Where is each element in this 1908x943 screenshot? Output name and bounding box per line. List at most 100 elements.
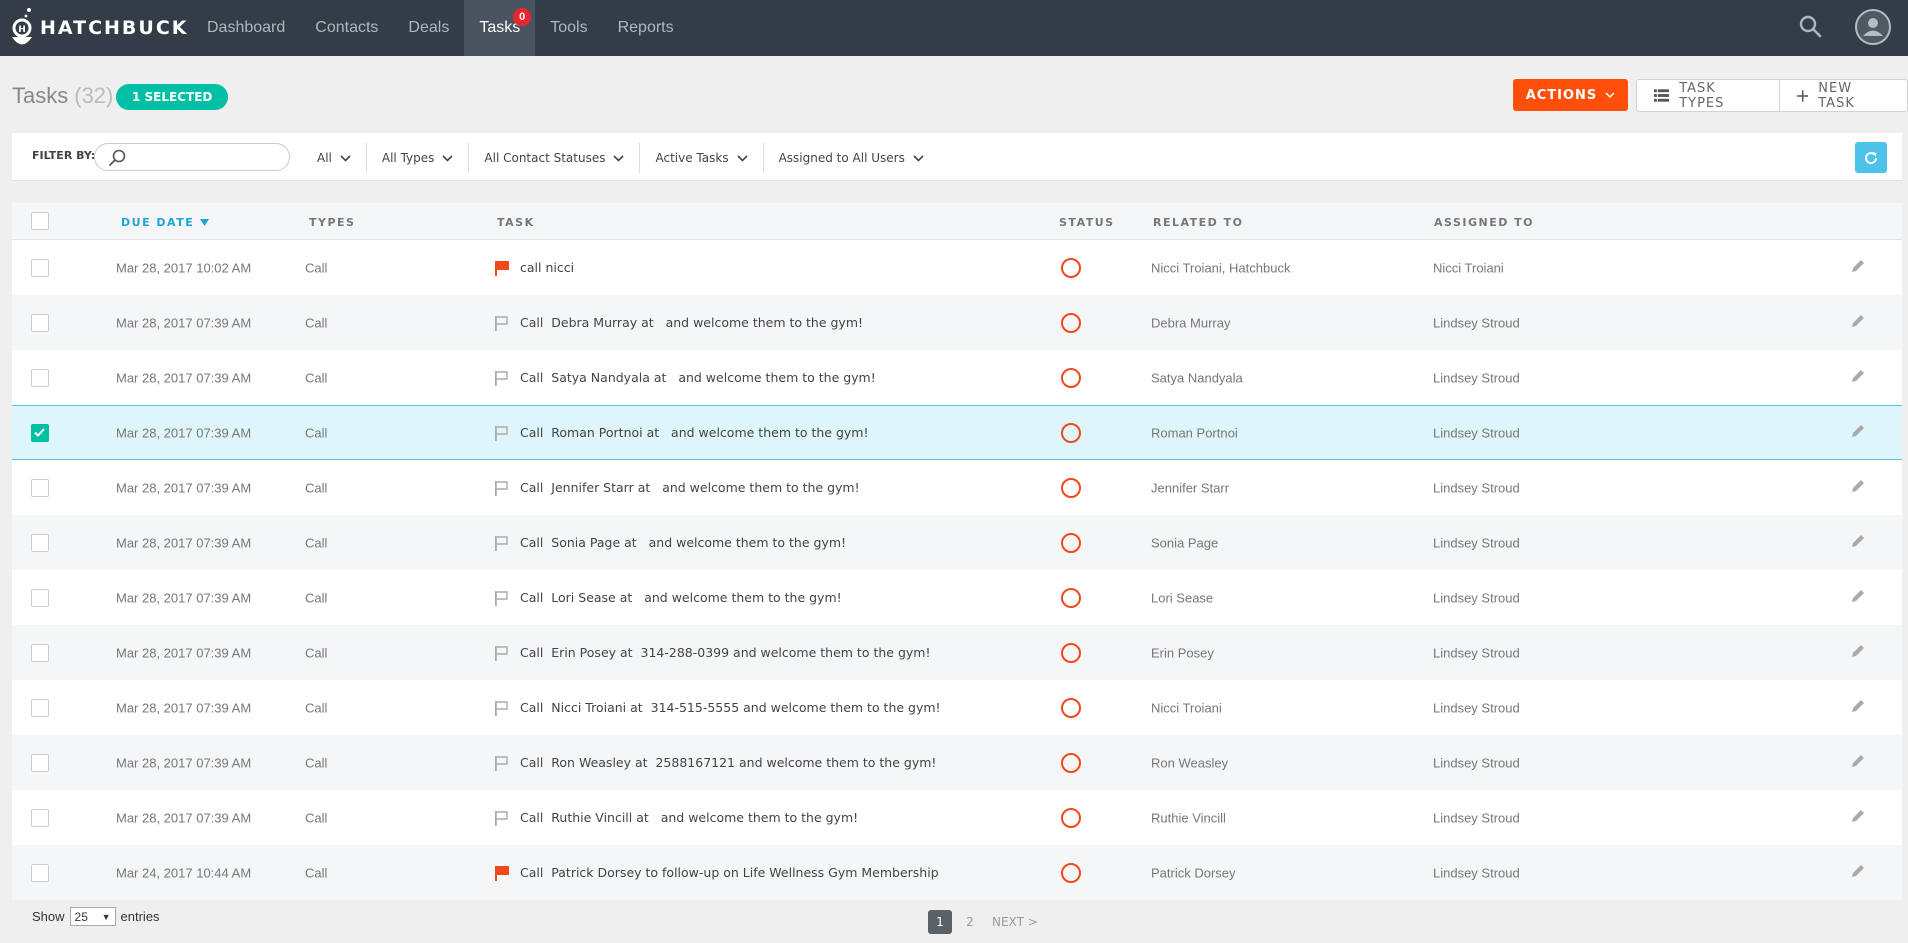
related-to[interactable]: Debra Murray xyxy=(1151,315,1230,330)
row-checkbox[interactable] xyxy=(31,478,49,497)
task-cell[interactable]: Call Roman Portnoi at and welcome them t… xyxy=(494,425,869,441)
column-status[interactable]: STATUS xyxy=(1059,216,1115,229)
page-2-button[interactable]: 2 xyxy=(958,910,982,934)
table-row[interactable]: Mar 28, 2017 07:39 AM Call Call Sonia Page… xyxy=(12,515,1902,570)
task-cell[interactable]: Call Lori Sease at and welcome them to t… xyxy=(494,590,842,606)
status-incomplete-icon[interactable] xyxy=(1061,312,1081,333)
status-cell[interactable] xyxy=(1061,257,1081,278)
nav-contacts[interactable]: Contacts xyxy=(300,0,393,56)
task-description[interactable]: Call Sonia Page at and welcome them to t… xyxy=(520,535,846,550)
page-1-button[interactable]: 1 xyxy=(928,910,952,934)
edit-pencil-icon[interactable] xyxy=(1850,368,1866,388)
nav-reports[interactable]: Reports xyxy=(603,0,689,56)
status-cell[interactable] xyxy=(1061,697,1081,718)
row-checkbox[interactable] xyxy=(31,368,49,387)
nav-dashboard[interactable]: Dashboard xyxy=(192,0,300,56)
search-icon[interactable] xyxy=(1798,14,1824,40)
task-cell[interactable]: call nicci xyxy=(494,260,574,276)
status-cell[interactable] xyxy=(1061,422,1081,443)
edit-pencil-icon[interactable] xyxy=(1850,808,1866,828)
table-row[interactable]: Mar 24, 2017 10:44 AM Call Call Patrick Do… xyxy=(12,845,1902,900)
task-cell[interactable]: Call Ruthie Vincill at and welcome them … xyxy=(494,810,858,826)
row-checkbox[interactable] xyxy=(31,698,49,717)
row-checkbox[interactable] xyxy=(31,258,49,277)
edit-pencil-icon[interactable] xyxy=(1850,478,1866,498)
flag-outline-icon[interactable] xyxy=(494,590,510,606)
related-to[interactable]: Erin Posey xyxy=(1151,645,1214,660)
task-description[interactable]: Call Lori Sease at and welcome them to t… xyxy=(520,590,842,605)
table-row[interactable]: Mar 28, 2017 07:39 AM Call Call Jennifer S… xyxy=(12,460,1902,515)
task-types-button[interactable]: TASK TYPES xyxy=(1637,80,1779,111)
task-description[interactable]: Call Jennifer Starr at and welcome them … xyxy=(520,480,860,495)
refresh-button[interactable] xyxy=(1855,142,1887,173)
flag-outline-icon[interactable] xyxy=(494,535,510,551)
row-checkbox[interactable] xyxy=(31,753,49,772)
status-cell[interactable] xyxy=(1061,642,1081,663)
row-checkbox[interactable] xyxy=(31,643,49,662)
task-cell[interactable]: Call Erin Posey at 314-288-0399 and welc… xyxy=(494,645,930,661)
next-page-button[interactable]: NEXT > xyxy=(988,910,1042,934)
status-cell[interactable] xyxy=(1061,532,1081,553)
flag-outline-icon[interactable] xyxy=(494,315,510,331)
status-cell[interactable] xyxy=(1061,312,1081,333)
edit-pencil-icon[interactable] xyxy=(1850,533,1866,553)
filter-types[interactable]: All Types xyxy=(365,143,469,173)
select-all-checkbox[interactable] xyxy=(31,212,49,230)
task-description[interactable]: Call Satya Nandyala at and welcome them … xyxy=(520,370,876,385)
flag-filled-icon[interactable] xyxy=(494,260,510,276)
edit-pencil-icon[interactable] xyxy=(1850,313,1866,333)
column-related-to[interactable]: RELATED TO xyxy=(1153,216,1244,229)
row-checkbox[interactable] xyxy=(31,423,49,442)
status-incomplete-icon[interactable] xyxy=(1061,257,1081,278)
filter-all[interactable]: All xyxy=(302,143,366,173)
status-incomplete-icon[interactable] xyxy=(1061,532,1081,553)
task-description[interactable]: Call Roman Portnoi at and welcome them t… xyxy=(520,425,869,440)
status-incomplete-icon[interactable] xyxy=(1061,367,1081,388)
table-row[interactable]: Mar 28, 2017 07:39 AM Call Call Nicci Troi… xyxy=(12,680,1902,735)
related-to[interactable]: Ruthie Vincill xyxy=(1151,810,1226,825)
flag-outline-icon[interactable] xyxy=(494,480,510,496)
edit-pencil-icon[interactable] xyxy=(1850,423,1866,443)
task-description[interactable]: Call Ruthie Vincill at and welcome them … xyxy=(520,810,858,825)
status-incomplete-icon[interactable] xyxy=(1061,862,1081,883)
task-description[interactable]: Call Erin Posey at 314-288-0399 and welc… xyxy=(520,645,930,660)
row-checkbox[interactable] xyxy=(31,588,49,607)
status-incomplete-icon[interactable] xyxy=(1061,752,1081,773)
related-to[interactable]: Jennifer Starr xyxy=(1151,480,1229,495)
filter-task-state[interactable]: Active Tasks xyxy=(639,143,762,173)
user-avatar-button[interactable] xyxy=(1855,9,1891,45)
flag-outline-icon[interactable] xyxy=(494,755,510,771)
table-row[interactable]: Mar 28, 2017 07:39 AM Call Call Debra Murr… xyxy=(12,295,1902,350)
related-to[interactable]: Nicci Troiani, Hatchbuck xyxy=(1151,260,1290,275)
edit-pencil-icon[interactable] xyxy=(1850,698,1866,718)
table-row[interactable]: Mar 28, 2017 07:39 AM Call Call Erin Posey… xyxy=(12,625,1902,680)
related-to[interactable]: Lori Sease xyxy=(1151,590,1213,605)
flag-outline-icon[interactable] xyxy=(494,425,510,441)
flag-outline-icon[interactable] xyxy=(494,810,510,826)
nav-deals[interactable]: Deals xyxy=(393,0,464,56)
entries-per-page-select[interactable]: 25 ▼ xyxy=(69,907,116,926)
table-row[interactable]: Mar 28, 2017 07:39 AM Call Call Ron Weasle… xyxy=(12,735,1902,790)
flag-outline-icon[interactable] xyxy=(494,645,510,661)
edit-pencil-icon[interactable] xyxy=(1850,588,1866,608)
task-description[interactable]: call nicci xyxy=(520,260,574,275)
table-row[interactable]: Mar 28, 2017 07:39 AM Call Call Roman Port… xyxy=(12,405,1902,460)
status-cell[interactable] xyxy=(1061,477,1081,498)
related-to[interactable]: Satya Nandyala xyxy=(1151,370,1243,385)
status-incomplete-icon[interactable] xyxy=(1061,807,1081,828)
hatchbuck-logo[interactable]: H HATCHBUCK xyxy=(10,6,189,50)
related-to[interactable]: Ron Weasley xyxy=(1151,755,1228,770)
filter-contact-statuses[interactable]: All Contact Statuses xyxy=(468,143,639,173)
status-incomplete-icon[interactable] xyxy=(1061,697,1081,718)
task-cell[interactable]: Call Sonia Page at and welcome them to t… xyxy=(494,535,846,551)
table-row[interactable]: Mar 28, 2017 10:02 AM Call call nicci Nicci… xyxy=(12,240,1902,295)
related-to[interactable]: Sonia Page xyxy=(1151,535,1218,550)
nav-tools[interactable]: Tools xyxy=(535,0,602,56)
row-checkbox[interactable] xyxy=(31,313,49,332)
column-types[interactable]: TYPES xyxy=(309,216,355,229)
task-cell[interactable]: Call Ron Weasley at 2588167121 and welco… xyxy=(494,755,936,771)
task-description[interactable]: Call Nicci Troiani at 314-515-5555 and w… xyxy=(520,700,941,715)
status-incomplete-icon[interactable] xyxy=(1061,422,1081,443)
task-description[interactable]: Call Debra Murray at and welcome them to… xyxy=(520,315,863,330)
status-incomplete-icon[interactable] xyxy=(1061,477,1081,498)
